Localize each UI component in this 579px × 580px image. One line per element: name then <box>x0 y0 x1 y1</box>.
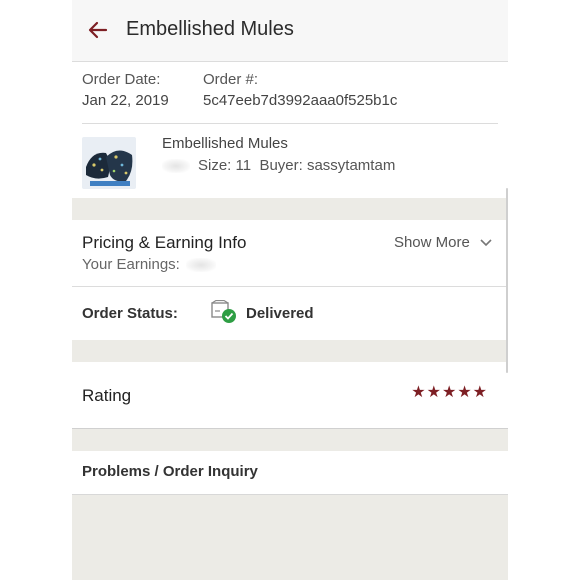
chevron-down-icon <box>480 239 492 247</box>
problems-section[interactable]: Problems / Order Inquiry <box>72 451 508 495</box>
rating-label: Rating <box>82 386 132 405</box>
show-more-button[interactable]: Show More <box>394 234 492 251</box>
order-summary-card: Order Date: Jan 22, 2019 Order #: 5c47ee… <box>72 62 508 198</box>
item-title: Embellished Mules <box>162 135 288 152</box>
redacted-earnings <box>186 258 217 273</box>
item-meta: Size: 11 Buyer: sassytamtam <box>162 157 395 174</box>
earnings-row: Your Earnings: <box>82 256 224 273</box>
redacted-price <box>162 159 190 174</box>
scrollbar[interactable] <box>506 188 508 373</box>
order-status-value: Delivered <box>246 305 314 322</box>
star-rating: ★★★★★ <box>411 384 488 401</box>
page-title: Embellished Mules <box>126 18 294 40</box>
order-status-label: Order Status: <box>82 305 178 322</box>
order-number-value: 5c47eeb7d3992aaa0f525b1c <box>203 92 398 109</box>
show-more-label: Show More <box>393 234 470 251</box>
order-inquiry-link[interactable]: Problems / Order Inquiry <box>82 463 258 480</box>
rating-section: Rating ★★★★★ <box>72 362 508 429</box>
pricing-title: Pricing & Earning Info <box>82 233 247 252</box>
order-details-screen: Embellished Mules Order Date: Jan 22, 20… <box>72 0 508 580</box>
order-status-section: Order Status: Delivered <box>72 287 508 340</box>
item-thumbnail[interactable] <box>82 137 136 189</box>
earnings-label: Your Earnings: <box>82 256 180 273</box>
item-size: Size: 11 <box>198 157 252 174</box>
item-buyer: Buyer: sassytamtam <box>259 157 396 174</box>
order-date-value: Jan 22, 2019 <box>82 92 169 109</box>
order-number-label: Order #: <box>203 71 259 88</box>
box-check-icon <box>211 300 236 323</box>
app-header: Embellished Mules <box>72 0 508 62</box>
divider <box>82 123 498 124</box>
back-arrow-icon[interactable] <box>86 18 110 42</box>
order-date-label: Order Date: <box>82 71 161 88</box>
pricing-section: Pricing & Earning Info Your Earnings: Sh… <box>72 220 508 287</box>
